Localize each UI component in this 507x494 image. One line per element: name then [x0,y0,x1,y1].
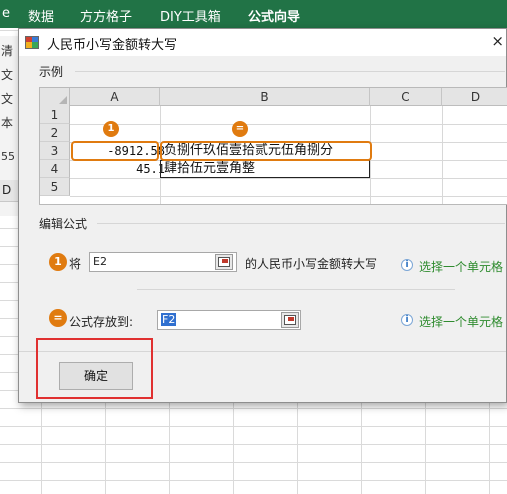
column-header-c: C [370,88,442,106]
range-arrow-icon [222,259,228,263]
row-header-4: 4 [40,160,70,178]
ribbon-tab-partial[interactable]: e [2,6,10,21]
bg-column-label: D [2,183,12,197]
annotation-highlight-box [36,338,153,399]
range-picker-button[interactable] [281,312,299,328]
group-divider [75,71,505,72]
ribbon-tab-data[interactable]: 数据 [28,6,54,25]
close-icon[interactable]: × [491,32,504,50]
range-picker-button[interactable] [215,254,233,270]
separator-line [137,289,455,290]
source-cell-value: E2 [93,255,107,268]
bg-fragment: 本 [1,116,14,130]
edit-formula-group-label: 编辑公式 [39,217,88,231]
row-header-3: 3 [40,142,70,160]
bg-fragment: 文 [1,68,14,82]
column-header-d: D [442,88,507,106]
step-1-badge-large: 1 [49,253,67,271]
row-header-5: 5 [40,178,70,196]
equals-badge-large: = [49,309,67,327]
ribbon-tab-diy[interactable]: DIY工具箱 [160,6,221,25]
row-header-1: 1 [40,106,70,124]
ribbon-tab-fangfang[interactable]: 方方格子 [80,6,132,25]
grid-line [70,196,507,197]
dialog-title: 人民币小写金额转大写 [47,38,178,53]
info-icon: i [401,259,413,271]
highlight-result-cell [160,141,372,161]
equals-badge: = [232,121,248,137]
grid-line [70,124,507,125]
store-location-label: 公式存放到: [69,315,134,329]
target-cell-input[interactable]: F2 [157,310,301,330]
bg-fragment: 文 [1,92,14,106]
column-header-a: A [70,88,160,106]
info-icon: i [401,314,413,326]
convert-suffix-label: 的人民币小写金额转大写 [245,257,378,271]
hint-select-cell: 选择一个单元格 [419,260,504,274]
bg-column-header: D [0,180,18,202]
highlight-source-cell [71,141,159,161]
select-all-triangle-icon [59,96,67,104]
sample-grid: A B C D 1 2 3 4 5 -8912.58 45.1 负捌仟玖佰壹拾贰… [39,87,507,205]
sample-group-label: 示例 [39,65,64,79]
excel-ribbon: e 数据 方方格子 DIY工具箱 公式向导 [0,0,507,28]
dialog-titlebar[interactable]: 人民币小写金额转大写 × [19,29,506,56]
app-grid-icon [25,36,39,49]
row-header-2: 2 [40,124,70,142]
bg-fragment: 清 [1,44,14,58]
ribbon-tab-formula-wizard[interactable]: 公式向导 [248,6,300,25]
target-cell-value: F2 [161,313,177,326]
result-cell-border [160,160,370,178]
range-arrow-icon [288,317,294,321]
grid-line [70,178,507,179]
grid-line [442,106,443,204]
hint-select-cell: 选择一个单元格 [419,315,504,329]
bg-fragment: 55 [1,150,15,163]
group-divider [97,223,505,224]
jiang-label: 将 [69,257,82,271]
step-1-badge: 1 [103,121,119,137]
grid-corner [40,88,70,106]
cell-a4: 45.1 [136,162,165,176]
column-header-b: B [160,88,370,106]
